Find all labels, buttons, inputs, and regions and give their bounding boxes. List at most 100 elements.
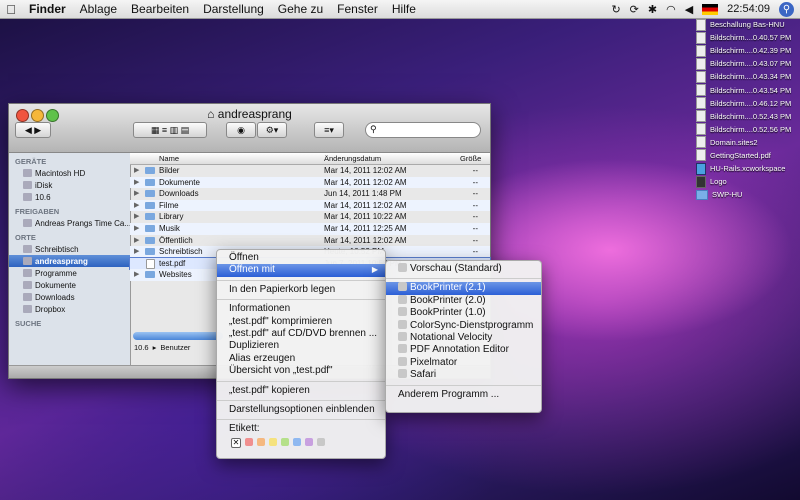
desktop-item[interactable]: Bildschirm....0.42.39 PM bbox=[696, 44, 796, 57]
submenu-item[interactable]: ColorSync-Dienstprogramm bbox=[386, 319, 541, 332]
label-color-swatch[interactable] bbox=[281, 437, 289, 446]
menu-gehe-zu[interactable]: Gehe zu bbox=[271, 2, 330, 16]
context-menu-item[interactable]: Übersicht von „test.pdf" bbox=[217, 365, 385, 377]
disclosure-triangle-icon[interactable]: ▶ bbox=[134, 189, 139, 197]
table-row[interactable]: ▶ Öffentlich Mar 14, 2011 12:02 AM -- bbox=[130, 235, 490, 247]
desktop-item[interactable]: Bildschirm....0.46.12 PM bbox=[696, 97, 796, 110]
menu-ablage[interactable]: Ablage bbox=[73, 2, 124, 16]
context-menu-item[interactable]: Etikett: bbox=[217, 423, 385, 435]
desktop-item[interactable]: Beschallung Bas-HNU bbox=[696, 18, 796, 31]
menu-darstellung[interactable]: Darstellung bbox=[196, 2, 271, 16]
disclosure-triangle-icon[interactable]: ▶ bbox=[134, 201, 139, 209]
sidebar-item[interactable]: Dropbox bbox=[9, 303, 130, 315]
table-row[interactable]: ▶ Filme Mar 14, 2011 12:02 AM -- bbox=[130, 199, 490, 212]
disclosure-triangle-icon[interactable]: ▶ bbox=[134, 270, 139, 278]
label-color-swatch[interactable] bbox=[317, 437, 325, 446]
desktop-item[interactable]: Domain.sites2 bbox=[696, 136, 796, 149]
bluetooth-icon[interactable]: ✱ bbox=[648, 3, 657, 16]
disclosure-triangle-icon[interactable]: ▶ bbox=[134, 166, 139, 174]
sidebar-item[interactable]: andreasprang bbox=[9, 255, 130, 267]
submenu-item[interactable]: BookPrinter (2.1) bbox=[386, 282, 541, 295]
label-color-swatch[interactable] bbox=[245, 437, 253, 446]
context-menu-item[interactable]: Duplizieren bbox=[217, 340, 385, 352]
submenu-item[interactable]: Pixelmator bbox=[386, 356, 541, 369]
sidebar-item[interactable]: Downloads bbox=[9, 291, 130, 303]
label-color-swatch[interactable] bbox=[257, 437, 265, 446]
label-color-swatch[interactable] bbox=[293, 437, 301, 446]
label-color-swatch[interactable] bbox=[305, 437, 313, 446]
finder-titlebar[interactable]: ⌂ andreasprang ◀ ▶ ▦ ≡ ▥ ▤ ◉ ⚙▾ ≡▾ ⚲ bbox=[9, 104, 490, 153]
path-item-users[interactable]: Benutzer bbox=[160, 343, 190, 352]
search-input[interactable]: ⚲ bbox=[365, 122, 481, 138]
col-size[interactable]: Größe bbox=[460, 154, 481, 163]
desktop-item[interactable]: SWP-HU bbox=[696, 188, 796, 201]
back-forward-button[interactable]: ◀ ▶ bbox=[15, 122, 51, 138]
table-row[interactable]: ▶ Library Mar 14, 2011 10:22 AM -- bbox=[130, 211, 490, 223]
table-row[interactable]: ▶ Bilder Mar 14, 2011 12:02 AM -- bbox=[130, 165, 490, 177]
time-machine-icon[interactable]: ↻ bbox=[611, 3, 620, 16]
menu-hilfe[interactable]: Hilfe bbox=[385, 2, 423, 16]
desktop-item[interactable]: Bildschirm....0.40.57 PM bbox=[696, 31, 796, 44]
sidebar-item[interactable]: 10.6 bbox=[9, 191, 130, 203]
context-menu-item[interactable]: „test.pdf" komprimieren bbox=[217, 316, 385, 328]
disclosure-triangle-icon[interactable]: ▶ bbox=[134, 212, 139, 220]
sidebar-item[interactable]: Andreas Prangs Time Ca... bbox=[9, 217, 130, 229]
disclosure-triangle-icon[interactable]: ▶ bbox=[134, 236, 139, 244]
submenu-item[interactable]: Anderem Programm ... bbox=[386, 389, 541, 401]
sidebar-item-label: 10.6 bbox=[35, 192, 51, 202]
disclosure-triangle-icon[interactable]: ▶ bbox=[134, 178, 139, 186]
horizontal-scrollbar[interactable] bbox=[133, 332, 223, 340]
submenu-item[interactable]: Safari bbox=[386, 369, 541, 381]
path-item-volume[interactable]: 10.6 bbox=[134, 343, 149, 352]
desktop-item[interactable]: Bildschirm....0.52.56 PM bbox=[696, 123, 796, 136]
desktop-item[interactable]: Bildschirm....0.43.34 PM bbox=[696, 70, 796, 83]
desktop-item[interactable]: HU-Rails.xcworkspace bbox=[696, 162, 796, 175]
table-row[interactable]: ▶ Downloads Jun 14, 2011 1:48 PM -- bbox=[130, 188, 490, 200]
volume-icon[interactable]: ◀ bbox=[685, 3, 693, 16]
input-flag-icon[interactable] bbox=[702, 3, 719, 15]
spotlight-icon[interactable]: ⚲ bbox=[779, 1, 794, 17]
sidebar-item[interactable]: Programme bbox=[9, 267, 130, 279]
submenu-item[interactable]: Vorschau (Standard) bbox=[386, 263, 541, 275]
action-gear-button[interactable]: ⚙▾ bbox=[257, 122, 287, 138]
wifi-icon[interactable]: ◠ bbox=[666, 3, 676, 16]
menu-bearbeiten[interactable]: Bearbeiten bbox=[124, 2, 196, 16]
context-menu-item[interactable]: Alias erzeugen bbox=[217, 353, 385, 365]
quick-look-button[interactable]: ◉ bbox=[226, 122, 256, 138]
desktop-item[interactable]: Bildschirm....0.52.43 PM bbox=[696, 110, 796, 123]
table-row[interactable]: ▶ Dokumente Mar 14, 2011 12:02 AM -- bbox=[130, 176, 490, 189]
context-menu-item[interactable]: Öffnen mit ▶ bbox=[217, 264, 385, 277]
submenu-item[interactable]: Notational Velocity bbox=[386, 331, 541, 344]
context-menu-item[interactable]: Darstellungsoptionen einblenden bbox=[217, 404, 385, 416]
context-menu-item[interactable]: „test.pdf" auf CD/DVD brennen ... bbox=[217, 328, 385, 340]
desktop-item[interactable]: Bildschirm....0.43.54 PM bbox=[696, 83, 796, 97]
submenu-item[interactable]: BookPrinter (1.0) bbox=[386, 307, 541, 319]
sidebar-item[interactable]: Macintosh HD bbox=[9, 167, 130, 179]
apple-menu-icon[interactable]:  bbox=[0, 2, 22, 17]
col-name[interactable]: Name bbox=[159, 154, 179, 163]
table-row[interactable]: ▶ Musik Mar 14, 2011 12:25 AM -- bbox=[130, 222, 490, 235]
disclosure-triangle-icon[interactable]: ▶ bbox=[134, 224, 139, 232]
arrange-button[interactable]: ≡▾ bbox=[314, 122, 344, 138]
desktop-item[interactable]: GettingStarted.pdf bbox=[696, 149, 796, 162]
desktop-item[interactable]: Bildschirm....0.43.07 PM bbox=[696, 57, 796, 70]
sync-icon[interactable]: ⟳ bbox=[630, 3, 639, 16]
clear-label-button[interactable]: ✕ bbox=[231, 437, 241, 448]
submenu-item[interactable]: PDF Annotation Editor bbox=[386, 344, 541, 356]
context-menu-item[interactable]: Öffnen bbox=[217, 252, 385, 264]
sidebar-item[interactable]: iDisk bbox=[9, 179, 130, 191]
sidebar-item[interactable]: Schreibtisch bbox=[9, 243, 130, 255]
menu-fenster[interactable]: Fenster bbox=[330, 2, 385, 16]
col-date[interactable]: Änderungsdatum bbox=[324, 154, 381, 163]
desktop-item[interactable]: Logo bbox=[696, 175, 796, 188]
context-menu-item[interactable]: In den Papierkorb legen bbox=[217, 284, 385, 296]
label-color-swatch[interactable] bbox=[269, 437, 277, 446]
submenu-item[interactable]: BookPrinter (2.0) bbox=[386, 294, 541, 307]
context-menu-item[interactable]: Informationen bbox=[217, 303, 385, 315]
sidebar-item[interactable]: Dokumente bbox=[9, 279, 130, 291]
context-menu-item[interactable]: „test.pdf" kopieren bbox=[217, 385, 385, 397]
menu-finder[interactable]: Finder bbox=[22, 2, 73, 16]
view-buttons[interactable]: ▦ ≡ ▥ ▤ bbox=[133, 122, 207, 138]
clock[interactable]: 22:54:09 bbox=[727, 3, 770, 15]
disclosure-triangle-icon[interactable]: ▶ bbox=[134, 247, 139, 255]
